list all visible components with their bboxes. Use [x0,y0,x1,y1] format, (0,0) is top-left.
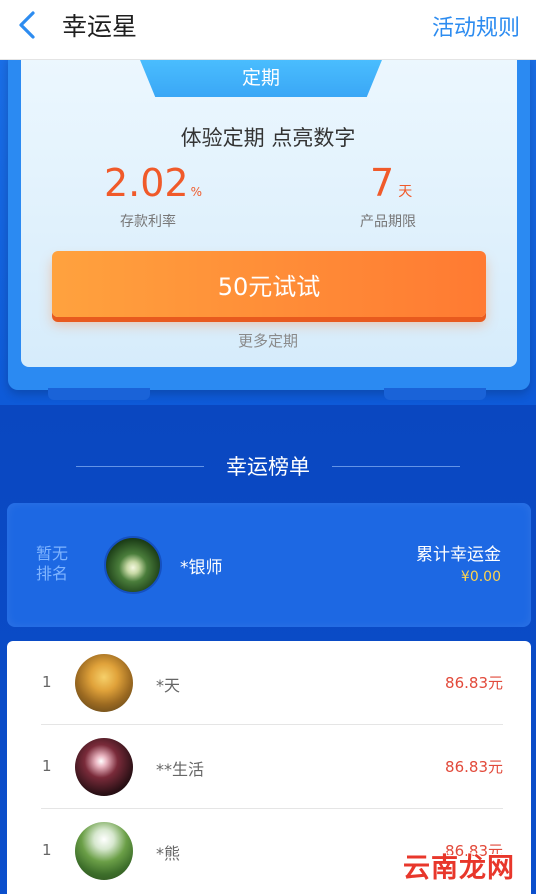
user-name: **生活 [156,760,205,779]
rate-number: 2.02 [104,161,189,205]
avatar [75,738,133,796]
amount: 86.83元 [445,674,503,692]
back-button[interactable] [10,8,44,42]
activity-rules-link[interactable]: 活动规则 [432,10,520,42]
ranking-header: 幸运榜单 [0,450,536,482]
term-label: 产品期限 [360,214,416,230]
my-rank-status: 暂无排名 [36,544,69,583]
product-tab-label: 定期 [138,55,384,97]
divider-left [76,465,204,467]
total-luck-value: ¥0.00 [460,569,501,585]
more-fixed-deposit-link[interactable]: 更多定期 [0,330,536,351]
card-foot-right [384,388,486,400]
avatar [75,822,133,880]
term-number: 7 [370,161,395,205]
card-foot-left [48,388,150,400]
term-value: 7天 [370,160,412,215]
product-card [21,55,517,367]
list-item: 1 *天 86.83元 [7,641,531,725]
rank-number: 1 [42,841,52,859]
my-rank-row: 暂无排名 *银师 累计幸运金 ¥0.00 [7,503,531,627]
divider-right [332,465,460,467]
app-header: 幸运星 活动规则 [0,0,536,60]
try-50-button[interactable]: 50元试试 [52,251,486,317]
user-name: *天 [156,676,181,695]
avatar [104,536,162,594]
rank-number: 1 [42,757,52,775]
chevron-left-icon [19,11,35,39]
my-name: *银师 [180,558,223,578]
watermark: 云南龙网 [403,853,515,884]
rate-label: 存款利率 [120,214,176,230]
avatar [75,654,133,712]
rank-number: 1 [42,673,52,691]
term-unit: 天 [398,184,413,200]
amount: 86.83元 [445,758,503,776]
rate-unit: % [190,185,203,199]
list-item: 1 **生活 86.83元 [7,725,531,809]
page-title: 幸运星 [62,12,138,41]
user-name: *熊 [156,844,181,863]
ranking-title: 幸运榜单 [226,455,310,479]
rate-value: 2.02% [104,160,202,215]
product-tagline: 体验定期 点亮数字 [180,126,356,150]
total-luck-label: 累计幸运金 [416,545,501,565]
